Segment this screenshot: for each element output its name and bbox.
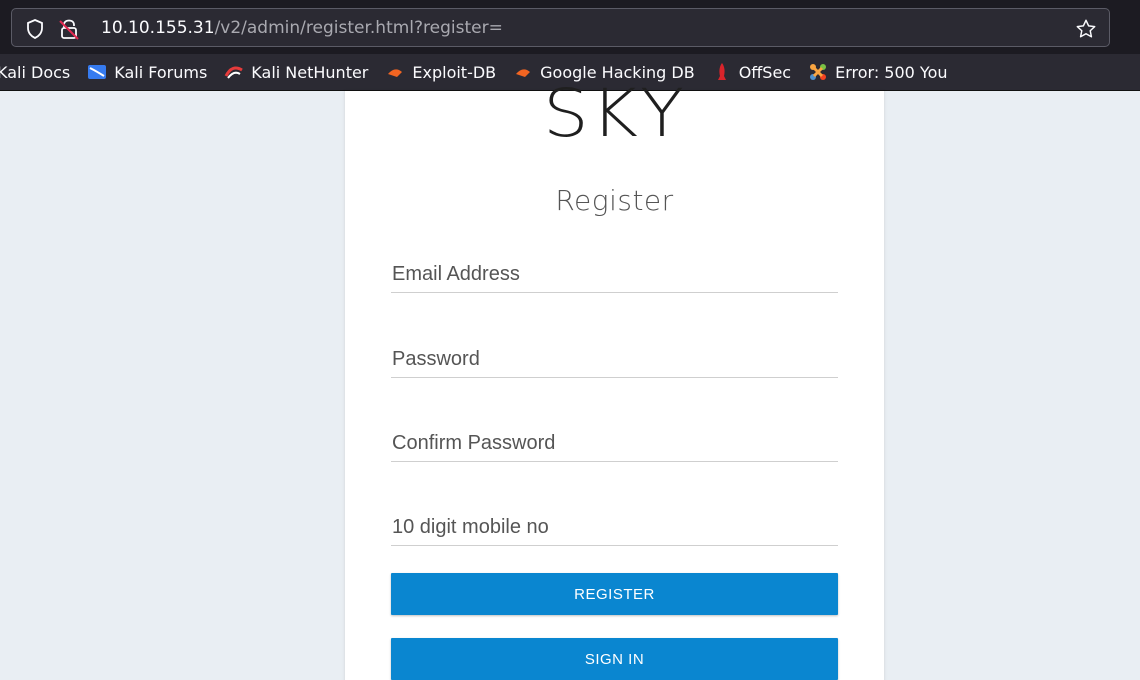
password-field-wrapper (391, 342, 838, 378)
bookmark-kali-forums[interactable]: Kali Forums (87, 62, 207, 82)
insecure-lock-icon[interactable] (58, 18, 80, 44)
address-bar[interactable]: 10.10.155.31/v2/admin/register.html?regi… (11, 8, 1110, 47)
confirm-password-field-wrapper (391, 426, 838, 462)
kali-nethunter-icon (224, 62, 244, 82)
sign-in-button[interactable]: SIGN IN (391, 638, 838, 680)
register-card: SKY Register REGISTER SIGN IN (344, 75, 885, 680)
email-field[interactable] (391, 257, 838, 291)
mobile-field[interactable] (391, 510, 838, 544)
mobile-field-wrapper (391, 510, 838, 546)
bookmark-label: Kali Forums (114, 62, 208, 82)
bookmark-star-icon[interactable] (1075, 18, 1097, 44)
register-button[interactable]: REGISTER (391, 573, 838, 615)
kali-forums-icon (87, 62, 107, 82)
shield-icon[interactable] (26, 19, 44, 43)
site-logo: SKY (543, 74, 686, 152)
url-host: 10.10.155.31 (101, 18, 215, 38)
url-path: /v2/admin/register.html?register= (214, 18, 503, 38)
confirm-password-field[interactable] (391, 426, 838, 460)
url-text[interactable]: 10.10.155.31/v2/admin/register.html?regi… (101, 18, 503, 38)
bookmark-label: Kali Docs (0, 62, 71, 82)
page-title: Register (555, 184, 674, 217)
browser-toolbar: 10.10.155.31/v2/admin/register.html?regi… (0, 0, 1140, 54)
bookmark-kali-docs[interactable]: Kali Docs (0, 63, 70, 82)
password-field[interactable] (391, 342, 838, 376)
email-field-wrapper (391, 257, 838, 293)
